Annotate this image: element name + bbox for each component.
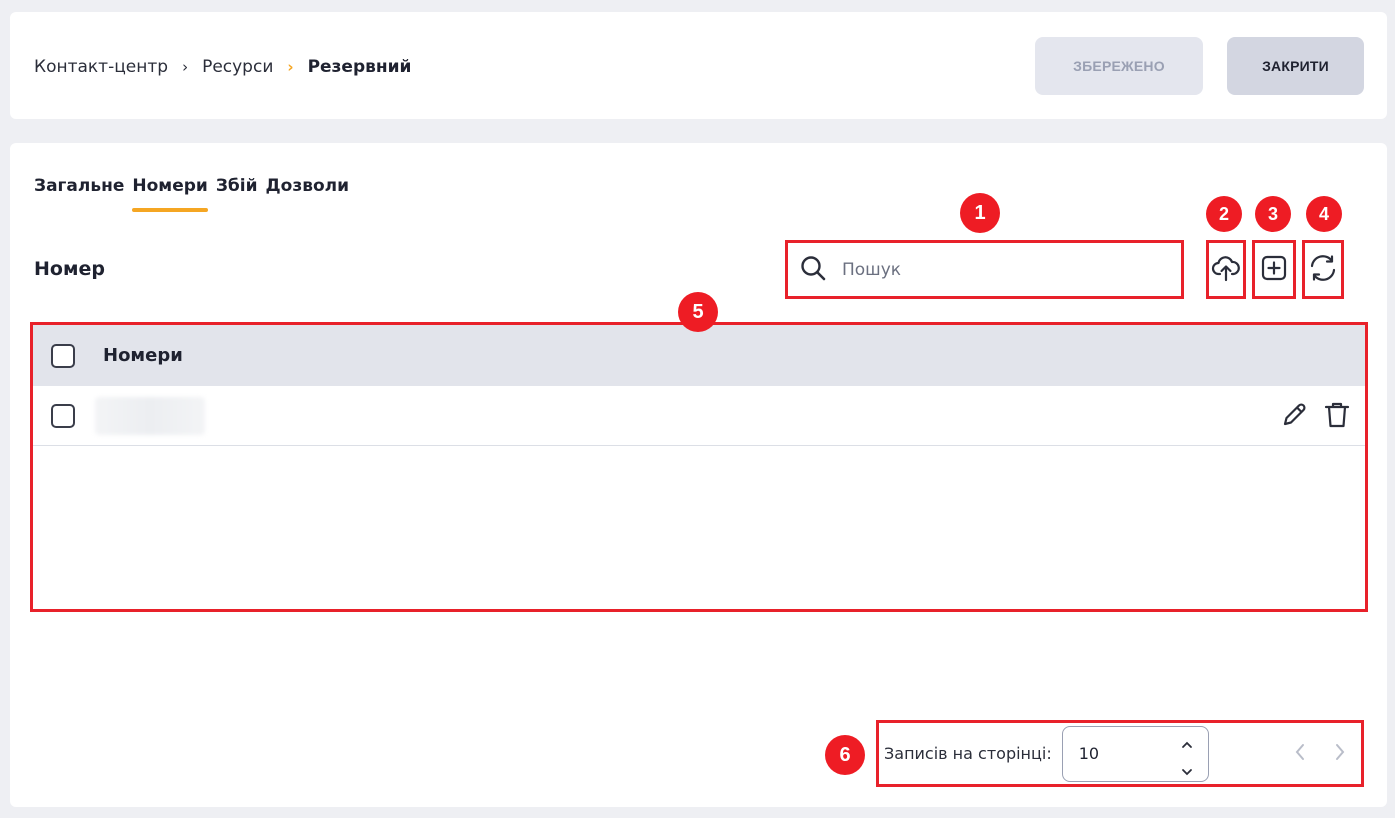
number-value-blurred: blurred	[95, 396, 205, 435]
breadcrumb-separator-icon: ›	[182, 58, 189, 76]
refresh-button[interactable]	[1302, 240, 1344, 299]
breadcrumb-current: Резервний	[307, 57, 412, 77]
pencil-icon[interactable]	[1279, 400, 1309, 434]
rows-per-page-value: 10	[1078, 744, 1100, 763]
trash-icon[interactable]	[1323, 400, 1351, 434]
annotation-badge-3: 3	[1255, 196, 1291, 232]
previous-page-icon[interactable]	[1293, 741, 1307, 767]
breadcrumb-separator-icon: ›	[287, 58, 294, 76]
close-button[interactable]: ЗАКРИТИ	[1227, 37, 1364, 95]
chevron-up-icon[interactable]	[1180, 735, 1194, 754]
column-header-numbers: Номери	[103, 345, 183, 366]
rows-per-page-stepper[interactable]: 10	[1061, 725, 1209, 782]
saved-button[interactable]: ЗБЕРЕЖЕНО	[1035, 37, 1203, 95]
section-title: Номер	[34, 258, 105, 280]
annotation-badge-2: 2	[1206, 196, 1242, 232]
tab-permissions[interactable]: Дозволи	[266, 176, 350, 212]
search-icon	[800, 255, 826, 285]
search-box[interactable]	[785, 240, 1184, 299]
annotation-badge-4: 4	[1306, 196, 1342, 232]
upload-button[interactable]	[1206, 240, 1246, 299]
pagination-bar: Записів на сторінці: 10	[876, 720, 1364, 787]
header-bar: Контакт-центр › Ресурси › Резервний ЗБЕР…	[10, 12, 1387, 119]
search-input[interactable]	[842, 259, 1142, 280]
annotation-badge-6: 6	[825, 735, 865, 775]
annotation-badge-1: 1	[960, 193, 1000, 233]
tab-general[interactable]: Загальне	[34, 176, 124, 212]
refresh-icon	[1308, 253, 1338, 287]
main-panel: Загальне Номери Збій Дозволи Номер Пошук…	[10, 143, 1387, 807]
next-page-icon[interactable]	[1333, 741, 1347, 767]
table-row: blurred	[33, 386, 1365, 446]
select-all-checkbox[interactable]	[51, 343, 75, 368]
tab-failover[interactable]: Збій	[216, 176, 258, 212]
breadcrumb-item-contact-center[interactable]: Контакт-центр	[34, 57, 168, 77]
annotation-badge-5: 5	[678, 292, 718, 332]
chevron-down-icon[interactable]	[1180, 762, 1194, 781]
stepper-arrows	[1180, 735, 1194, 781]
numbers-table: Номери blurred	[30, 322, 1368, 612]
page-navigation	[1293, 741, 1347, 767]
row-checkbox[interactable]	[51, 403, 75, 428]
tab-numbers[interactable]: Номери	[132, 176, 209, 212]
row-actions	[1279, 400, 1351, 434]
upload-cloud-icon	[1211, 253, 1241, 287]
add-number-button[interactable]	[1252, 240, 1296, 299]
tab-bar: Загальне Номери Збій Дозволи	[34, 176, 349, 212]
table-header: Номери	[33, 325, 1365, 386]
breadcrumb: Контакт-центр › Ресурси › Резервний	[34, 57, 411, 77]
rows-per-page-label: Записів на сторінці:	[884, 744, 1052, 763]
breadcrumb-item-resources[interactable]: Ресурси	[202, 57, 273, 77]
plus-square-icon	[1260, 254, 1288, 286]
